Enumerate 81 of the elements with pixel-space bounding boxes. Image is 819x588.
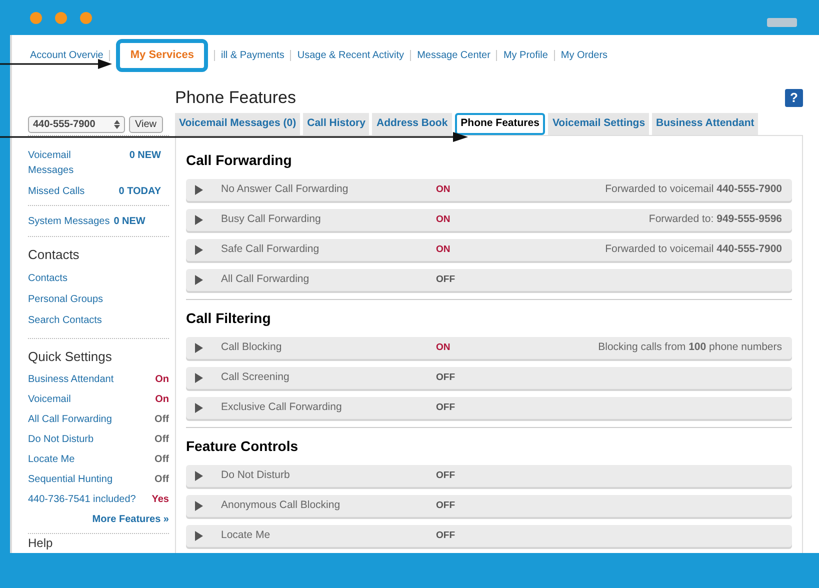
feature-status: OFF bbox=[436, 528, 455, 543]
feature-detail: Forwarded to: 949-555-9596 bbox=[648, 212, 782, 228]
sidebar-link[interactable]: Missed Calls bbox=[28, 184, 98, 199]
page-title: Phone Features bbox=[175, 87, 296, 110]
sidebar-heading: Quick Settings bbox=[28, 348, 113, 366]
feature-row[interactable]: Locate Me OFF bbox=[186, 525, 792, 547]
feature-name: Locate Me bbox=[221, 528, 272, 544]
feature-name: Call Blocking bbox=[221, 340, 283, 356]
feature-status: ON bbox=[436, 242, 450, 257]
feature-row[interactable]: Call Blocking ON Blocking calls from 100 phone numbers bbox=[186, 337, 792, 359]
sidebar-link[interactable]: Locate Me bbox=[28, 452, 75, 467]
feature-status: OFF bbox=[436, 370, 455, 385]
sidebar-link[interactable]: 440-736-7541 included? bbox=[28, 492, 136, 507]
sidebar-link[interactable]: Do Not Disturb bbox=[28, 432, 94, 447]
count-label: 0 NEW bbox=[114, 215, 146, 229]
sidebar-link[interactable]: System Messages bbox=[28, 214, 110, 229]
sidebar-link[interactable]: Voicemail Messages bbox=[28, 148, 98, 178]
view-button[interactable]: View bbox=[129, 116, 162, 133]
tab[interactable]: Address Book bbox=[372, 113, 452, 135]
sidebar-link[interactable]: Sequential Hunting bbox=[28, 472, 113, 487]
section-heading: Feature Controls bbox=[186, 437, 300, 456]
setting-value: On bbox=[155, 393, 169, 407]
nav-link[interactable]: My Profile bbox=[503, 48, 548, 63]
tab[interactable]: Call History bbox=[303, 113, 370, 135]
setting-value: Off bbox=[154, 413, 169, 427]
tab[interactable]: Business Attendant bbox=[652, 113, 758, 135]
tab[interactable]: Voicemail Messages (0) bbox=[175, 113, 300, 135]
feature-name: Exclusive Call Forwarding bbox=[221, 400, 343, 416]
sidebar-link[interactable]: Personal Groups bbox=[28, 294, 104, 304]
nav-link[interactable]: ill & Payments bbox=[220, 48, 284, 63]
feature-name: Busy Call Forwarding bbox=[221, 212, 322, 228]
feature-status: OFF bbox=[436, 272, 455, 287]
sidebar-heading: Contacts bbox=[28, 246, 80, 264]
sidebar-heading: Help bbox=[28, 536, 54, 550]
feature-row[interactable]: Exclusive Call Forwarding OFF bbox=[186, 397, 792, 419]
feature-row[interactable]: Anonymous Call Blocking OFF bbox=[186, 495, 792, 517]
feature-status: ON bbox=[436, 182, 450, 197]
feature-status: OFF bbox=[436, 400, 455, 415]
sidebar-link[interactable]: Business Attendant bbox=[28, 372, 114, 387]
setting-value: On bbox=[155, 373, 169, 387]
feature-row[interactable]: All Call Forwarding OFF bbox=[186, 269, 792, 291]
feature-name: No Answer Call Forwarding bbox=[221, 182, 350, 198]
feature-name: All Call Forwarding bbox=[221, 272, 310, 288]
feature-status: ON bbox=[436, 340, 450, 355]
setting-value: Off bbox=[154, 433, 169, 447]
setting-value: Off bbox=[154, 473, 169, 487]
nav-link[interactable]: Message Center bbox=[417, 48, 490, 63]
count-label: 0 TODAY bbox=[118, 185, 161, 199]
feature-status: OFF bbox=[436, 468, 455, 483]
count-label: 0 NEW bbox=[129, 149, 161, 163]
feature-detail: Forwarded to voicemail 440-555-7900 bbox=[605, 242, 782, 258]
setting-value: Off bbox=[154, 453, 169, 467]
sidebar-link[interactable]: All Call Forwarding bbox=[28, 412, 112, 427]
feature-row[interactable]: Safe Call Forwarding ON Forwarded to voicemail 440-555-7900 bbox=[186, 239, 792, 261]
tab[interactable]: Voicemail Settings bbox=[548, 113, 650, 135]
feature-name: Anonymous Call Blocking bbox=[221, 498, 342, 514]
feature-name: Safe Call Forwarding bbox=[221, 242, 320, 258]
feature-detail: Blocking calls from 100 phone numbers bbox=[598, 340, 782, 356]
feature-name: Do Not Disturb bbox=[221, 468, 291, 484]
tab[interactable]: Phone Features bbox=[454, 113, 546, 135]
phone-select[interactable]: 440-555-7900 bbox=[28, 116, 125, 133]
feature-row[interactable]: Do Not Disturb OFF bbox=[186, 465, 792, 487]
feature-status: OFF bbox=[436, 498, 455, 513]
sidebar-link[interactable]: Voicemail bbox=[28, 392, 71, 407]
nav-link[interactable]: My Services bbox=[116, 39, 208, 72]
nav-link[interactable]: Account Overvie bbox=[30, 48, 104, 63]
section-heading: Call Filtering bbox=[186, 309, 272, 328]
sidebar-link[interactable]: Search Contacts bbox=[28, 314, 102, 326]
feature-detail: Forwarded to voicemail 440-555-7900 bbox=[605, 182, 782, 198]
feature-status: ON bbox=[436, 212, 450, 227]
section-heading: Call Forwarding bbox=[186, 151, 293, 170]
feature-row[interactable]: No Answer Call Forwarding ON Forwarded to voicemail 440-555-7900 bbox=[186, 179, 792, 201]
sidebar-link[interactable]: Contacts bbox=[28, 272, 68, 284]
feature-name: Call Screening bbox=[221, 370, 290, 386]
more-features-link[interactable]: More Features » bbox=[92, 512, 169, 527]
setting-value: Yes bbox=[152, 493, 169, 507]
help-button[interactable]: ? bbox=[785, 89, 803, 107]
nav-link[interactable]: My Orders bbox=[560, 48, 608, 63]
feature-row[interactable]: Busy Call Forwarding ON Forwarded to: 949-555-9596 bbox=[186, 209, 792, 231]
nav-link[interactable]: Usage & Recent Activity bbox=[297, 48, 404, 63]
feature-row[interactable]: Call Screening OFF bbox=[186, 367, 792, 389]
